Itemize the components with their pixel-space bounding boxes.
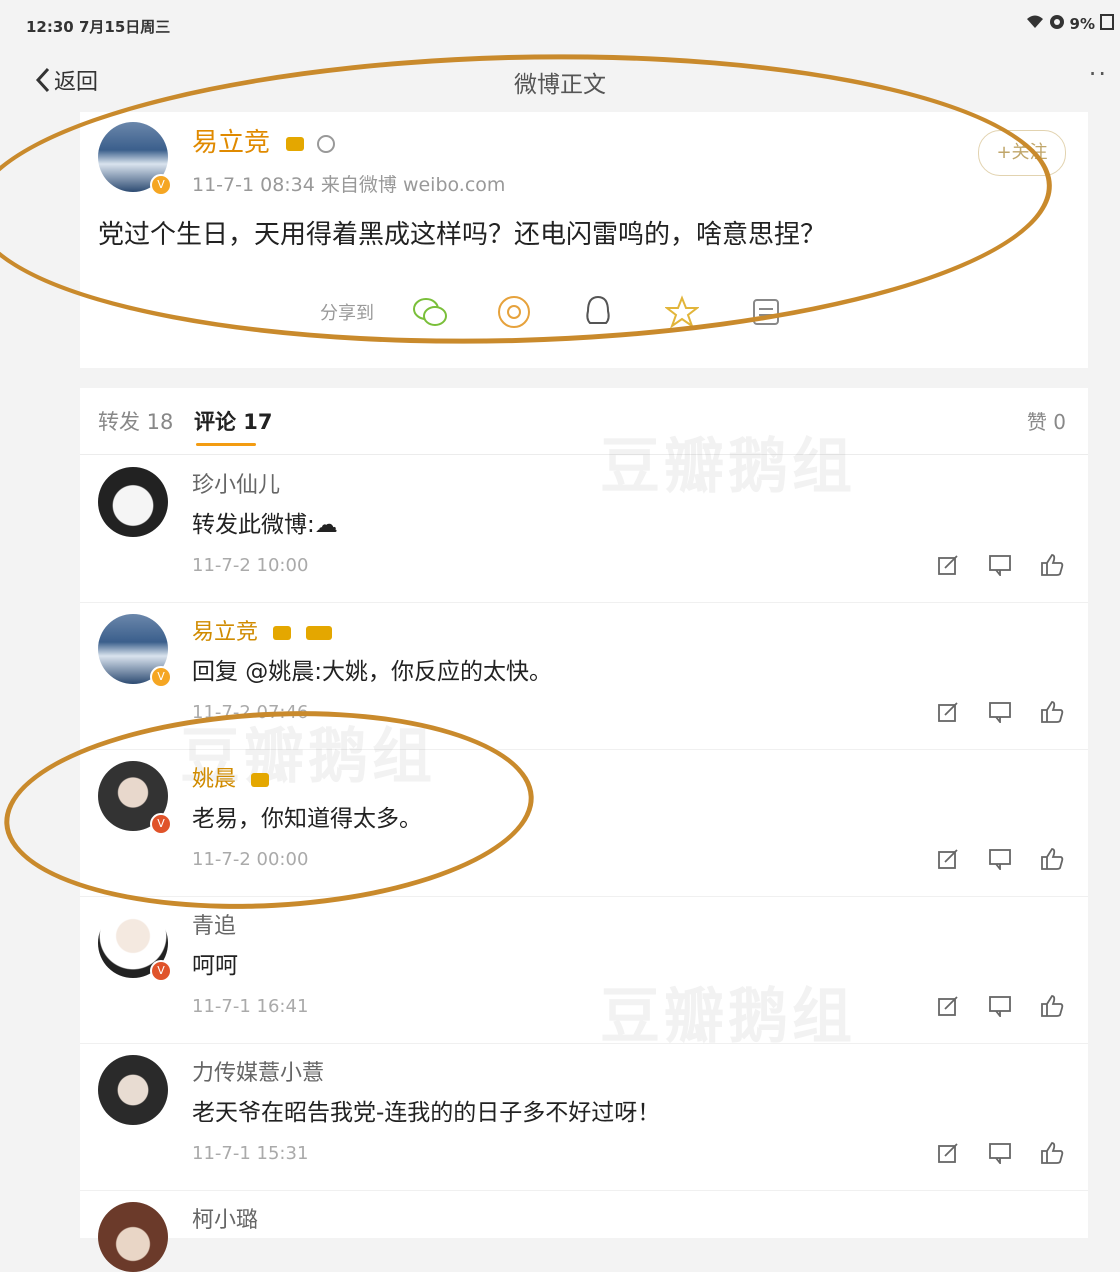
- tab-likes[interactable]: 赞 0: [1027, 406, 1066, 435]
- comments-card: 转发 18 评论 17 赞 0 豆瓣鹅组 珍小仙儿 转发此微博:☁ 11-7-2…: [80, 388, 1088, 1272]
- qzone-icon[interactable]: [664, 294, 700, 330]
- page-title: 微博正文: [514, 72, 606, 98]
- comment-actions: [934, 698, 1066, 726]
- vip-crown-icon: [251, 773, 270, 787]
- commenter-name[interactable]: 姚晨: [192, 761, 270, 793]
- comment-actions: [934, 1139, 1066, 1167]
- commenter-avatar[interactable]: [98, 467, 168, 537]
- comment-item: 珍小仙儿 转发此微博:☁ 11-7-2 10:00: [80, 455, 1088, 603]
- watermark: 豆瓣鹅组: [600, 982, 856, 1052]
- qq-icon[interactable]: [580, 294, 616, 330]
- vip-crown-icon: [286, 136, 305, 151]
- comment-actions: [934, 551, 1066, 579]
- verified-badge-icon: V: [150, 813, 172, 835]
- wechat-icon[interactable]: [412, 294, 448, 330]
- comment-time: 11-7-1 16:41: [192, 996, 309, 1017]
- like-icon[interactable]: [1038, 1139, 1066, 1167]
- repost-icon[interactable]: [934, 551, 962, 579]
- comment-actions: [934, 845, 1066, 873]
- like-icon[interactable]: [1038, 698, 1066, 726]
- commenter-name[interactable]: 青追: [192, 908, 236, 940]
- comment-time: 11-7-2 10:00: [192, 555, 309, 576]
- more-options-button[interactable]: ··: [1089, 60, 1108, 88]
- repost-icon[interactable]: [934, 992, 962, 1020]
- commenter-avatar[interactable]: [98, 1055, 168, 1125]
- comment-time: 11-7-2 00:00: [192, 849, 309, 870]
- tab-underline: [196, 443, 256, 446]
- comment-text: 老天爷在昭告我党-连我的的日子多不好过呀！: [192, 1100, 661, 1126]
- status-time: 12:30 7月15日周三: [26, 18, 171, 36]
- comment-text: 转发此微博:☁: [192, 512, 338, 538]
- comment-actions: [934, 992, 1066, 1020]
- repost-icon[interactable]: [934, 845, 962, 873]
- commenter-avatar[interactable]: [98, 1202, 168, 1272]
- post-meta: 11-7-1 08:34 来自微博 weibo.com: [192, 174, 506, 196]
- comment-text: 呵呵: [192, 953, 238, 979]
- reply-icon[interactable]: [986, 698, 1014, 726]
- reply-icon[interactable]: [986, 992, 1014, 1020]
- commenter-name[interactable]: 易立竞: [192, 614, 333, 646]
- like-icon[interactable]: [1038, 845, 1066, 873]
- comment-item: V 姚晨 老易，你知道得太多。 11-7-2 00:00: [80, 749, 1088, 897]
- tab-repost[interactable]: 转发 18: [98, 406, 173, 436]
- reply-icon[interactable]: [986, 1139, 1014, 1167]
- level-icon: [316, 134, 335, 153]
- more-share-icon[interactable]: [748, 294, 784, 330]
- status-right: 9%: [1026, 14, 1114, 34]
- comment-item: V 青追 呵呵 11-7-1 16:41: [80, 896, 1088, 1044]
- reply-icon[interactable]: [986, 551, 1014, 579]
- comment-time: 11-7-1 15:31: [192, 1143, 309, 1164]
- battery-icon: [1100, 14, 1114, 34]
- repost-icon[interactable]: [934, 698, 962, 726]
- post-card: V 易立竞 11-7-1 08:34 来自微博 weibo.com 党过个生日，…: [80, 112, 1088, 368]
- comment-text: 回复 @姚晨:大姚，你反应的太快。: [192, 659, 553, 685]
- share-row: 分享到: [320, 294, 784, 330]
- moments-icon[interactable]: [496, 294, 532, 330]
- repost-icon[interactable]: [934, 1139, 962, 1167]
- commenter-name[interactable]: 珍小仙儿: [192, 467, 280, 499]
- follow-button[interactable]: +关注: [978, 130, 1066, 176]
- post-author-label: 易立竞: [192, 128, 271, 158]
- nav-bar: 返回 微博正文 ··: [0, 52, 1120, 108]
- comment-text: 老易，你知道得太多。: [192, 806, 422, 832]
- like-icon[interactable]: [1038, 992, 1066, 1020]
- lock-rotation-icon: [1049, 14, 1065, 34]
- wifi-icon: [1026, 15, 1044, 33]
- verified-badge-icon: V: [150, 666, 172, 688]
- comment-item: 柯小璐: [80, 1190, 1088, 1272]
- status-bar: 12:30 7月15日周三 9%: [0, 0, 1120, 52]
- tab-comment[interactable]: 评论 17: [194, 406, 273, 436]
- share-label: 分享到: [320, 303, 374, 324]
- post-content: 党过个生日，天用得着黑成这样吗？还电闪雷鸣的，啥意思捏？: [98, 220, 827, 250]
- verified-badge-icon: V: [150, 174, 172, 196]
- commenter-name-label: 姚晨: [192, 767, 237, 792]
- member-badge-icon: [306, 626, 333, 640]
- commenter-name[interactable]: 力传媒薏小薏: [192, 1055, 324, 1087]
- verified-badge-icon: V: [150, 960, 172, 982]
- vip-crown-icon: [273, 626, 292, 640]
- reply-icon[interactable]: [986, 845, 1014, 873]
- commenter-name-label: 易立竞: [192, 620, 259, 645]
- battery-percent: 9%: [1069, 15, 1095, 33]
- commenter-name[interactable]: 柯小璐: [192, 1202, 258, 1234]
- tab-bar: 转发 18 评论 17 赞 0: [80, 388, 1088, 455]
- post-author-name[interactable]: 易立竞: [192, 122, 335, 159]
- comment-item: 力传媒薏小薏 老天爷在昭告我党-连我的的日子多不好过呀！ 11-7-1 15:3…: [80, 1043, 1088, 1191]
- like-icon[interactable]: [1038, 551, 1066, 579]
